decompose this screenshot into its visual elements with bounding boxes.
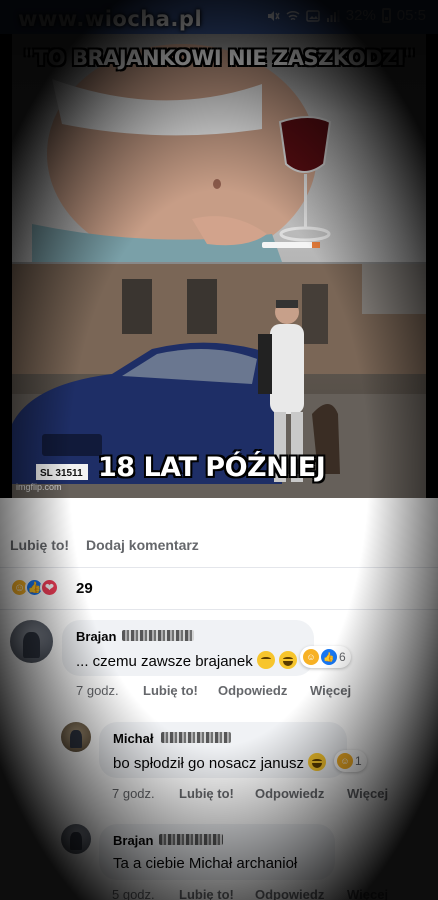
comment-text: ... czemu zawsze brajanek (76, 651, 297, 670)
comment-time[interactable]: 5 godz. (112, 887, 155, 900)
post-actions: Lubię to! Dodaj komentarz (0, 524, 438, 568)
haha-icon: ☺ (337, 753, 353, 769)
comment-reply-button[interactable]: Odpowiedz (218, 683, 287, 698)
status-icons: 32% 05:5 (266, 7, 426, 24)
clock: 05:5 (396, 7, 426, 24)
blurred-surname (159, 834, 223, 845)
comment-reaction-count: 1 (355, 754, 362, 768)
comment-more-button[interactable]: Więcej (347, 887, 388, 900)
source-watermark: imgflip.com (16, 482, 62, 492)
add-comment-button[interactable]: Dodaj komentarz (86, 537, 199, 553)
reaction-count: 29 (76, 580, 93, 597)
blurred-surname (161, 732, 231, 743)
comment-author[interactable]: Brajan (76, 629, 116, 644)
meme-top-panel: "TO BRAJANKOWI NIE ZASZKODZI" (12, 34, 426, 262)
comment-bubble[interactable]: Brajan ... czemu zawsze brajanek (62, 620, 314, 676)
comment-more-button[interactable]: Więcej (310, 683, 351, 698)
comment-author[interactable]: Michał (113, 731, 153, 746)
avatar[interactable] (10, 620, 53, 663)
comment-reply-button[interactable]: Odpowiedz (255, 887, 324, 900)
comment-like-button[interactable]: Lubię to! (143, 683, 198, 698)
blurred-surname (122, 630, 194, 641)
laughing-emoji-icon (307, 753, 326, 771)
comment-reaction-count: 6 (339, 650, 346, 664)
avatar[interactable] (61, 824, 91, 854)
comment-reply-button[interactable]: Odpowiedz (255, 786, 324, 801)
comment-time[interactable]: 7 godz. (112, 786, 155, 801)
status-bar: www.wiocha.pl 32% 05:5 (0, 0, 438, 34)
avatar[interactable] (61, 722, 91, 752)
battery-percent: 32% (345, 7, 376, 24)
mute-icon (267, 10, 280, 21)
comment-time[interactable]: 7 godz. (76, 683, 119, 698)
site-watermark: www.wiocha.pl (18, 7, 203, 31)
signal-icon (326, 9, 340, 22)
comment-text: Ta a ciebie Michał archanioł (113, 855, 298, 872)
comment-more-button[interactable]: Więcej (347, 786, 388, 801)
haha-icon: ☺ (303, 649, 319, 665)
love-icon: ❤ (40, 578, 59, 597)
comment-reactions[interactable]: ☺ 1 (334, 750, 367, 772)
post-image[interactable]: "TO BRAJANKOWI NIE ZASZKODZI" SL 31511 1… (12, 34, 426, 498)
comment-bubble[interactable]: Brajan Ta a ciebie Michał archanioł (99, 824, 335, 880)
meme-caption-top: "TO BRAJANKOWI NIE ZASZKODZI" (23, 46, 415, 70)
meme-caption-bottom: 18 LAT PÓŹNIEJ (98, 452, 326, 483)
battery-icon (381, 8, 391, 23)
meme-bottom-panel: SL 31511 18 LAT PÓŹNIEJ imgflip.com (12, 264, 426, 498)
comment-text: bo spłodził go nosacz janusz (113, 753, 326, 772)
wifi-icon (286, 10, 300, 20)
license-plate: SL 31511 (40, 468, 83, 479)
comment-like-button[interactable]: Lubię to! (179, 786, 234, 801)
laughing-emoji-icon (278, 651, 297, 669)
post-footer: Lubię to! Dodaj komentarz ☺ 👍 ❤ 29 Braja… (0, 498, 438, 900)
like-button[interactable]: Lubię to! (10, 537, 69, 553)
image-notification-icon (306, 9, 320, 22)
comment-like-button[interactable]: Lubię to! (179, 887, 234, 900)
reaction-icons: ☺ 👍 ❤ (10, 578, 59, 597)
comment-author[interactable]: Brajan (113, 833, 153, 848)
comment-bubble[interactable]: Michał bo spłodził go nosacz janusz (99, 722, 347, 778)
comment-reactions[interactable]: ☺ 👍 6 (300, 646, 351, 668)
unamused-emoji-icon (256, 651, 275, 669)
like-icon: 👍 (321, 649, 337, 665)
reactions-summary[interactable]: ☺ 👍 ❤ 29 (0, 570, 438, 610)
